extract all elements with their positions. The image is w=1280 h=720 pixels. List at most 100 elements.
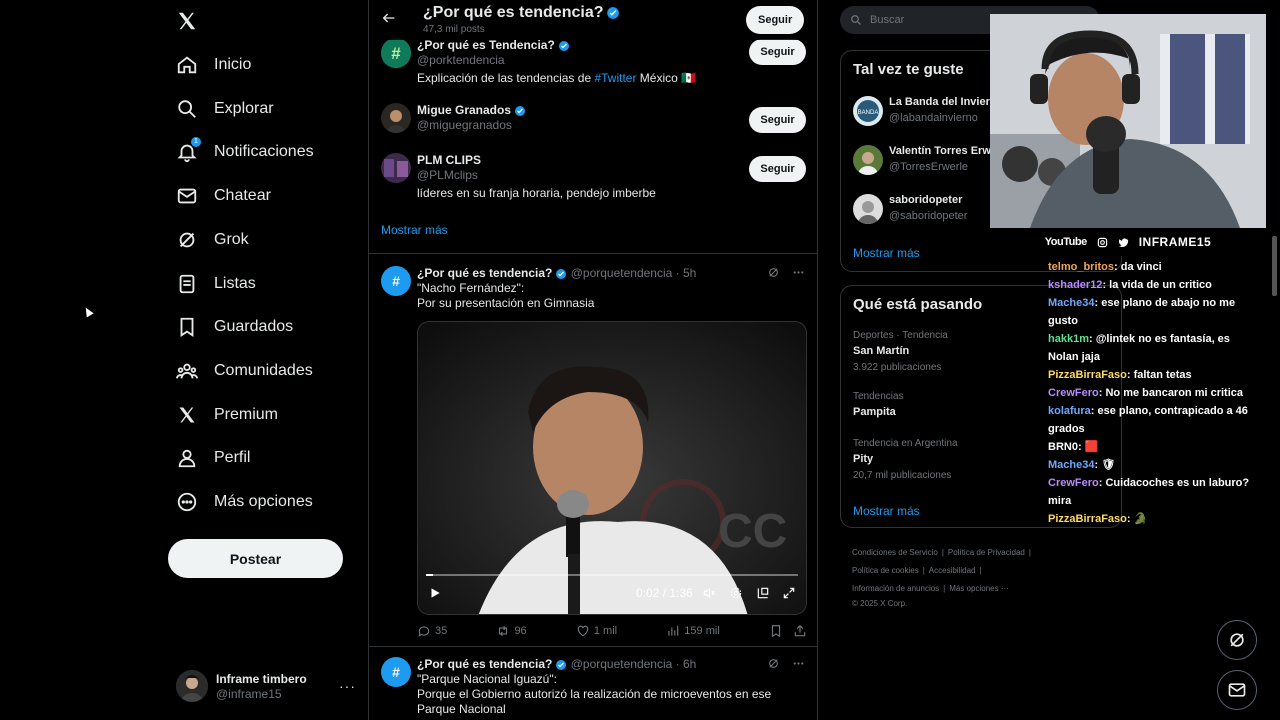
video-controls: 0:02 / 1:36 [418, 574, 806, 614]
nav-notificaciones[interactable]: 1 Notificaciones [176, 137, 314, 167]
views-button[interactable]: 159 mil [666, 624, 720, 638]
footer-link[interactable]: Información de anuncios [852, 584, 939, 593]
main-column: ¿Por qué es tendencia? 47,3 mil posts Se… [368, 0, 818, 720]
tweet-line: Por su presentación en Gimnasia [417, 296, 595, 310]
nav-perfil[interactable]: Perfil [176, 443, 250, 473]
footer-link[interactable]: Política de cookies [852, 566, 919, 575]
footer-link[interactable]: Más opciones ··· [949, 584, 1009, 593]
footer-separator: | [941, 548, 944, 557]
footer-separator: | [979, 566, 982, 575]
footer-link[interactable]: Política de Privacidad [948, 548, 1025, 557]
avatar[interactable] [853, 194, 883, 224]
tweet-line: Porque el Gobierno autorizó la realizaci… [417, 687, 772, 716]
footer-link[interactable]: Accesibilidad [929, 566, 976, 575]
verified-badge-icon [555, 659, 567, 671]
show-more-link[interactable]: Mostrar más [381, 223, 448, 237]
settings-icon[interactable] [729, 586, 743, 600]
communities-icon [176, 360, 198, 382]
grok-fab-button[interactable] [1217, 620, 1257, 660]
chat-username: Mache34 [1048, 297, 1095, 309]
chat-text: : 🛡 [1094, 459, 1116, 471]
trend-category: Tendencia en Argentina [853, 438, 958, 449]
x-logo-icon[interactable] [176, 10, 198, 32]
webcam-overlay: YouTube INFRAME15 [990, 14, 1266, 256]
user-name-text: Migue Granados [417, 103, 512, 117]
nav-chatear[interactable]: Chatear [176, 181, 271, 211]
avatar[interactable]: BANDA [853, 96, 883, 126]
tweet[interactable]: # ¿Por qué es tendencia? @porquetendenci… [369, 266, 817, 646]
play-icon[interactable] [428, 586, 442, 600]
user-suggestion[interactable]: Migue Granados @miguegranados Seguir [381, 103, 806, 138]
grok-icon[interactable] [767, 657, 780, 670]
grok-icon[interactable] [767, 266, 780, 279]
reply-count: 35 [435, 625, 448, 637]
user-suggestion[interactable]: # ¿Por qué es Tendencia? @porktendencia … [381, 38, 806, 93]
pip-icon[interactable] [756, 586, 770, 600]
nav-premium[interactable]: Premium [176, 400, 278, 430]
nav-grok[interactable]: Grok [176, 225, 249, 255]
tweet-actions: 35 96 1 mil 159 mil [417, 624, 807, 638]
header-follow-button[interactable]: Seguir [746, 6, 805, 34]
share-actions [769, 624, 807, 638]
card-title: Tal vez te guste [853, 61, 964, 78]
retweet-button[interactable]: 96 [496, 624, 527, 638]
copyright: © 2025 X Corp. [852, 599, 908, 608]
like-count: 1 mil [593, 625, 618, 637]
nav-inicio[interactable]: Inicio [176, 50, 251, 80]
trend-name[interactable]: Pampita [853, 406, 896, 418]
user-name: PLM CLIPS [417, 153, 482, 167]
video-player[interactable]: CC 0:02 / 1:36 [417, 321, 807, 615]
nav-label: Perfil [214, 449, 251, 466]
author-handle: @porquetendencia [570, 266, 673, 280]
like-button[interactable]: 1 mil [576, 624, 617, 638]
divider [369, 646, 817, 647]
more-icon[interactable]: ··· [339, 678, 356, 694]
more-icon[interactable] [792, 266, 805, 279]
nav-mas-opciones[interactable]: Más opciones [176, 487, 313, 517]
suggested-user-name[interactable]: saboridopeter [889, 194, 962, 206]
account-switcher[interactable]: Inframe timbero @inframe15 ··· [176, 670, 356, 704]
nav-comunidades[interactable]: Comunidades [176, 356, 313, 386]
svg-text:CC: CC [718, 505, 787, 558]
nav-explorar[interactable]: Explorar [176, 94, 274, 124]
trend-name[interactable]: Pity [853, 453, 873, 465]
tweet[interactable]: # ¿Por qué es tendencia? @porquetendenci… [369, 657, 817, 720]
follow-button[interactable]: Seguir [749, 156, 806, 182]
chat-message: PizzaBirraFaso: faltan tetas [1048, 366, 1263, 384]
account-name: Inframe timbero [216, 672, 307, 686]
suggested-user-name[interactable]: La Banda del Invierno [889, 96, 1003, 108]
footer-link[interactable]: Condiciones de Servicio [852, 548, 938, 557]
back-arrow-icon[interactable] [381, 10, 397, 26]
chat-username: PizzaBirraFaso [1048, 369, 1127, 381]
chat-message: BRN0: 🟥 [1048, 438, 1263, 456]
trend-name[interactable]: San Martín [853, 345, 909, 357]
messages-fab-button[interactable] [1217, 670, 1257, 710]
fullscreen-icon[interactable] [782, 586, 796, 600]
show-more-link[interactable]: Mostrar más [853, 246, 920, 260]
nav-guardados[interactable]: Guardados [176, 312, 293, 342]
tweet-author: ¿Por qué es tendencia? @porquetendencia … [417, 266, 696, 280]
mute-icon[interactable] [702, 586, 716, 600]
avatar: # [381, 266, 411, 296]
follow-button[interactable]: Seguir [749, 107, 806, 133]
follow-button[interactable]: Seguir [749, 39, 806, 65]
user-suggestion[interactable]: PLM CLIPS @PLMclips líderes en su franja… [381, 153, 806, 203]
show-more-link[interactable]: Mostrar más [853, 504, 920, 518]
avatar[interactable] [853, 145, 883, 175]
chat-text: : da vinci [1114, 261, 1162, 273]
more-icon[interactable] [792, 657, 805, 670]
scrollbar-thumb[interactable] [1272, 236, 1277, 296]
bookmark-icon[interactable] [769, 624, 783, 638]
user-name-text: ¿Por qué es Tendencia? [417, 38, 555, 52]
chat-username: PizzaBirraFaso [1048, 513, 1127, 525]
list-icon [176, 273, 198, 295]
post-button[interactable]: Postear [168, 539, 343, 578]
hashtag-link[interactable]: #Twitter [594, 71, 636, 85]
nav-listas[interactable]: Listas [176, 269, 256, 299]
avatar [381, 153, 411, 183]
home-icon [176, 54, 198, 76]
share-icon[interactable] [793, 624, 807, 638]
retweet-count: 96 [514, 625, 527, 637]
search-icon [176, 98, 198, 120]
reply-button[interactable]: 35 [417, 624, 447, 638]
